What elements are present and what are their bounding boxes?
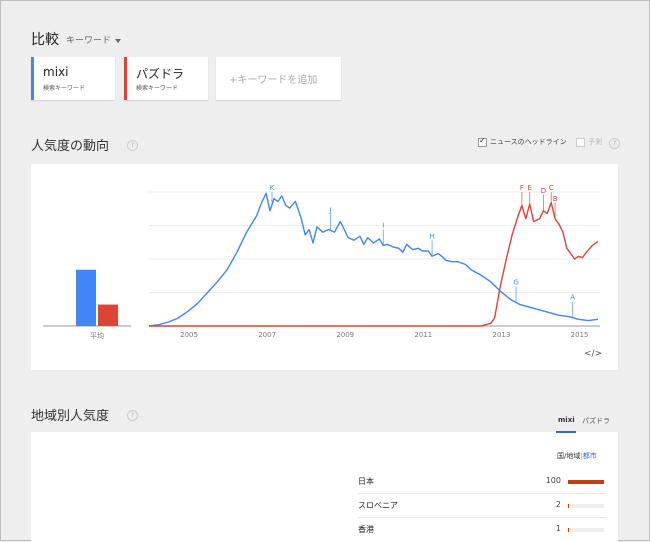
region-row-value: 100: [521, 476, 561, 485]
annotation-letter: I: [382, 222, 384, 230]
annotation-letter: K: [270, 184, 275, 192]
forecast-toggle[interactable]: 予測: [576, 137, 602, 147]
page-title: 比較: [31, 29, 59, 49]
region-bar-track: [568, 504, 604, 508]
help-icon[interactable]: ?: [609, 138, 620, 149]
term-card-pazudora[interactable]: パズドラ 検索キーワード: [124, 57, 208, 100]
checkbox-icon: [478, 138, 487, 147]
tab-mixi[interactable]: mixi: [558, 416, 575, 424]
annotation-letter: A: [570, 294, 575, 302]
trend-section-title: 人気度の動向: [31, 135, 109, 154]
region-bar-track: [568, 528, 604, 532]
term-color-bar: [124, 57, 127, 100]
interest-over-time-chart: 2005 2007 2009 2011 2013 2015 K J I H G A FE DCB: [31, 164, 618, 370]
tab-pazudora[interactable]: パズドラ: [582, 416, 610, 426]
add-term-label: +キーワードを追加: [229, 71, 317, 86]
checkbox-icon: [576, 138, 585, 147]
region-row-value: 2: [521, 500, 561, 509]
region-row-name: 香港: [358, 524, 374, 535]
row-divider: [358, 517, 606, 518]
average-bar: [98, 305, 118, 326]
chevron-down-icon: [115, 39, 121, 43]
region-view-switch: 国/地域|都市: [557, 451, 597, 461]
help-icon[interactable]: ?: [127, 410, 138, 421]
keyword-dropdown[interactable]: キーワード: [66, 33, 121, 46]
embed-code-icon[interactable]: </>: [584, 349, 602, 359]
news-headlines-label: ニュースのヘッドライン: [490, 138, 567, 146]
average-bar: [76, 270, 96, 326]
add-term-button[interactable]: +キーワードを追加: [216, 57, 341, 100]
annotation-letter: D: [541, 187, 546, 195]
series-line: [149, 193, 598, 326]
annotation-letter: G: [513, 278, 518, 286]
x-tick-label: 2011: [414, 331, 432, 339]
term-subtitle: 検索キーワード: [43, 83, 85, 92]
annotation-letter: B: [553, 195, 558, 203]
region-row-value: 1: [521, 524, 561, 533]
row-divider: [358, 493, 606, 494]
view-country-link[interactable]: 国/地域: [557, 452, 580, 460]
term-name: mixi: [43, 65, 68, 79]
annotation-letter: E: [527, 184, 531, 192]
term-card-mixi[interactable]: mixi 検索キーワード: [31, 57, 115, 100]
keyword-dropdown-label: キーワード: [66, 36, 111, 46]
region-row-name: スロベニア: [358, 500, 398, 511]
region-bar-track: [568, 480, 604, 484]
term-color-bar: [31, 57, 34, 100]
news-headlines-toggle[interactable]: ニュースのヘッドライン: [478, 137, 567, 147]
region-bar-fill: [568, 480, 604, 484]
term-name: パズドラ: [136, 65, 184, 82]
annotation-letter: C: [549, 184, 554, 192]
average-label: 平均: [90, 331, 104, 341]
view-city-link[interactable]: 都市: [583, 452, 597, 460]
x-tick-label: 2007: [258, 331, 276, 339]
forecast-label: 予測: [588, 138, 602, 146]
x-tick-label: 2013: [493, 331, 511, 339]
region-bar-fill: [568, 504, 569, 508]
annotation-letter: F: [520, 184, 524, 192]
x-tick-label: 2005: [180, 331, 198, 339]
x-tick-label: 2015: [571, 331, 589, 339]
region-section-title: 地域別人気度: [31, 405, 109, 424]
term-subtitle: 検索キーワード: [136, 83, 178, 92]
help-icon[interactable]: ?: [127, 140, 138, 151]
x-tick-label: 2009: [336, 331, 354, 339]
annotation-letter: J: [329, 206, 332, 214]
annotation-letter: H: [429, 232, 434, 240]
region-row-name: 日本: [358, 476, 374, 487]
active-tab-indicator: [556, 431, 576, 433]
